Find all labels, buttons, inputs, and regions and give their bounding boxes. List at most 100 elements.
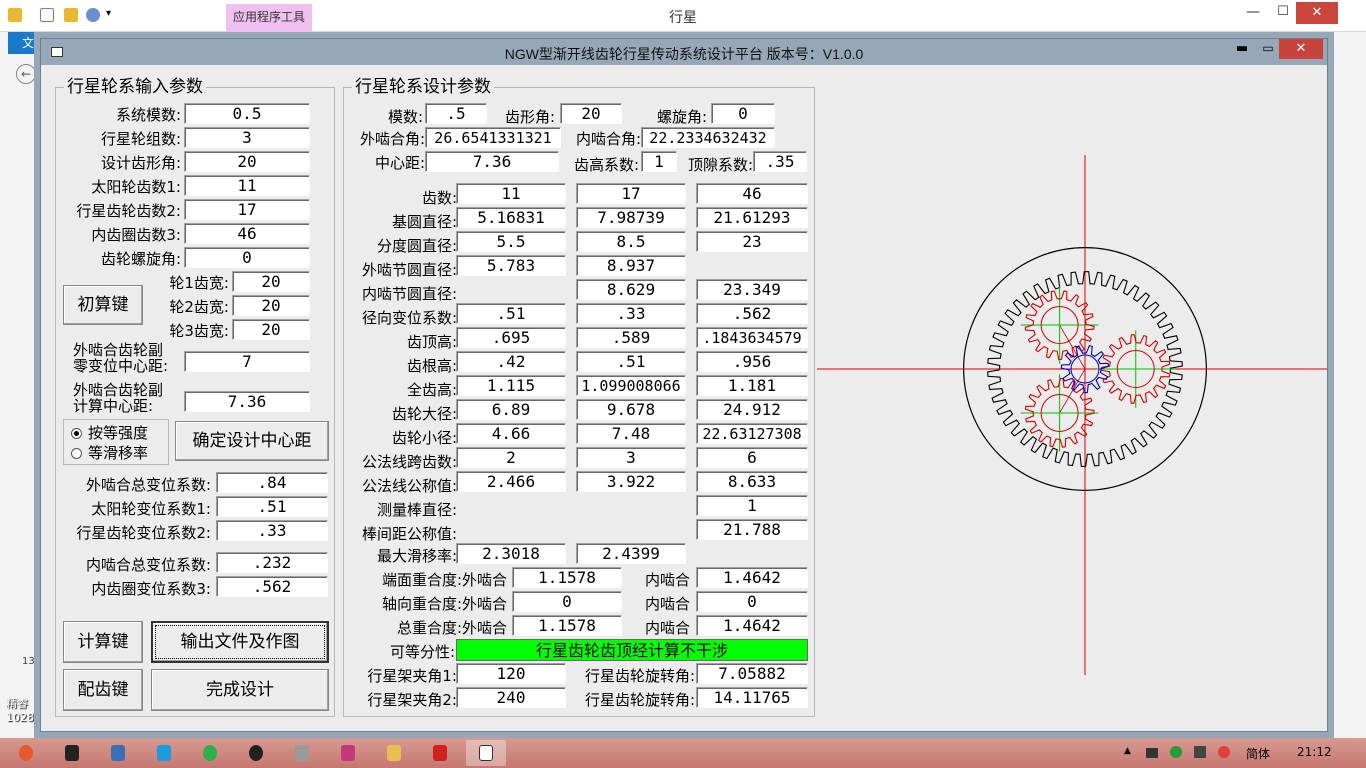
calc-center-input[interactable]: 7.36: [184, 391, 310, 412]
face-width-1-input[interactable]: 20: [232, 271, 310, 292]
sun-shift-label: 太阳轮变位系数1:: [91, 500, 211, 518]
ring-teeth-input[interactable]: 46: [184, 223, 310, 244]
radio-equal-strength-dot[interactable]: [71, 428, 82, 439]
network-icon[interactable]: [1146, 748, 1158, 758]
interference-status-bar: 行星齿轮齿顶经计算不干涉: [456, 639, 808, 661]
radial-shift-sun-field: .51: [456, 303, 566, 324]
media-icon[interactable]: [328, 740, 368, 766]
addendum-sun-field: .695: [456, 327, 566, 348]
background-close-button[interactable]: ✕: [1296, 2, 1338, 24]
max-slip-planet-field: 2.4399: [576, 543, 686, 564]
transverse-contact-int-field: 1.4642: [696, 567, 808, 588]
background-maximize-button[interactable]: ☐: [1268, 4, 1298, 26]
background-minimize-button[interactable]: —: [1238, 4, 1268, 26]
qq-icon[interactable]: [236, 740, 276, 766]
int-total-shift-input[interactable]: .232: [216, 552, 328, 573]
mail-icon[interactable]: [420, 740, 460, 766]
finish-design-button[interactable]: 完成设计: [151, 669, 329, 711]
security-icon[interactable]: [1170, 746, 1182, 758]
maximize-button[interactable]: ▭: [1255, 41, 1281, 61]
span-length-ring-field: 8.633: [696, 471, 808, 492]
pressure-angle-input[interactable]: 20: [184, 151, 310, 172]
whole-depth-ring-field: 1.181: [696, 375, 808, 396]
gear-layer: [817, 155, 1327, 675]
tray-expand-icon[interactable]: ▲: [1124, 746, 1136, 758]
calculator-icon[interactable]: [98, 740, 138, 766]
int-mesh-angle-label: 内啮合角:: [575, 130, 641, 148]
planet-teeth-input[interactable]: 17: [184, 199, 310, 220]
carrier-angle-1-label: 行星架夹角1:: [367, 667, 457, 685]
module-input[interactable]: 0.5: [184, 103, 310, 124]
tool-icon[interactable]: [282, 740, 322, 766]
design-group-title: 行星轮系设计参数: [352, 76, 494, 98]
span-teeth-ring-field: 6: [696, 447, 808, 468]
input-group-title: 行星轮系输入参数: [64, 76, 206, 98]
background-window-title: 行星: [669, 10, 697, 26]
face-width-3-input[interactable]: 20: [232, 319, 310, 340]
axial-contact-int-label: 内啮合: [644, 595, 690, 613]
notification-icon[interactable]: [1218, 746, 1230, 758]
face-width-2-input[interactable]: 20: [232, 295, 310, 316]
browser-icon[interactable]: [190, 740, 230, 766]
planet-count-input[interactable]: 3: [184, 127, 310, 148]
total-contact-int-field: 1.4642: [696, 615, 808, 636]
center-distance-label: 中心距:: [374, 154, 425, 172]
store-icon[interactable]: [144, 740, 184, 766]
ext-operating-pitch-planet-field: 8.937: [576, 255, 686, 276]
design-app-taskbar-icon[interactable]: [466, 740, 506, 766]
pitch-diameter-label: 分度圆直径:: [376, 237, 457, 255]
module-out-field: .5: [425, 103, 487, 124]
export-and-draw-button[interactable]: 输出文件及作图: [151, 621, 329, 663]
ext-total-shift-input[interactable]: .84: [216, 472, 328, 493]
sun-teeth-input[interactable]: 11: [184, 175, 310, 196]
radio-equal-sliding[interactable]: 等滑移率: [71, 444, 148, 462]
addendum-label: 齿顶高:: [406, 333, 457, 351]
clearance-coef-field: .35: [753, 151, 807, 172]
dedendum-ring-field: .956: [696, 351, 808, 372]
start-icon[interactable]: [6, 740, 46, 766]
int-operating-pitch-ring-field: 23.349: [696, 279, 808, 300]
file-tab[interactable]: 文件: [8, 32, 40, 54]
sun-shift-input[interactable]: .51: [216, 496, 328, 517]
whole-depth-label: 全齿高:: [406, 381, 457, 399]
ring-shift-input[interactable]: .562: [216, 576, 328, 597]
desktop-icon-label[interactable]: 精睿 1028: [6, 697, 34, 725]
radio-equal-strength-label: 按等强度: [88, 424, 149, 442]
clock[interactable]: 21:12: [1297, 745, 1332, 759]
root-diameter-planet-field: 7.48: [576, 423, 686, 444]
addendum-planet-field: .589: [576, 327, 686, 348]
confirm-center-button[interactable]: 确定设计中心距: [175, 421, 329, 461]
calc-button[interactable]: 计算键: [63, 621, 143, 663]
app-icon-a[interactable]: [52, 740, 92, 766]
close-button[interactable]: ✕: [1279, 39, 1323, 59]
clearance-coef-label: 顶隙系数:: [687, 156, 753, 174]
radio-equal-strength[interactable]: 按等强度: [71, 424, 148, 442]
base-diameter-sun-field: 5.16831: [456, 207, 566, 228]
ring-shift-label: 内齿圈变位系数3:: [91, 580, 211, 598]
helix-angle-input[interactable]: 0: [184, 247, 310, 268]
planet-rotation-2-field: 14.11765: [696, 687, 808, 708]
teeth-sun-field: 11: [456, 183, 566, 204]
transverse-contact-label: 端面重合度:外啮合: [381, 571, 507, 589]
file-explorer-icon[interactable]: [374, 740, 414, 766]
pitch-diameter-planet-field: 8.5: [576, 231, 686, 252]
input-language[interactable]: 简体: [1246, 745, 1270, 762]
minimize-button[interactable]: ▬: [1229, 41, 1255, 61]
volume-icon[interactable]: [1194, 746, 1206, 758]
span-length-label: 公法线公称值:: [361, 477, 457, 495]
addendum-coef-field: 1: [641, 151, 677, 172]
pin-diameter-label: 测量棒直径:: [376, 501, 457, 519]
planet-shift-input[interactable]: .33: [216, 520, 328, 541]
pressure-angle-out-label: 齿形角:: [504, 108, 555, 126]
initial-calc-button[interactable]: 初算键: [63, 285, 143, 325]
planet-rotation-1-field: 7.05882: [696, 663, 808, 684]
radio-equal-sliding-dot[interactable]: [71, 448, 82, 459]
base-diameter-planet-field: 7.98739: [576, 207, 686, 228]
main-window-title: NGW型渐开线齿轮行星传动系统设计平台 版本号：V1.0.0: [504, 46, 864, 62]
match-teeth-button[interactable]: 配齿键: [63, 669, 143, 711]
dedendum-label: 齿根高:: [406, 357, 457, 375]
root-diameter-label: 齿轮小径:: [391, 429, 457, 447]
zero-shift-center-input[interactable]: 7: [184, 351, 310, 372]
back-arrow-icon[interactable]: ←: [16, 64, 36, 84]
face-width-3-label: 轮3齿宽:: [169, 322, 229, 340]
